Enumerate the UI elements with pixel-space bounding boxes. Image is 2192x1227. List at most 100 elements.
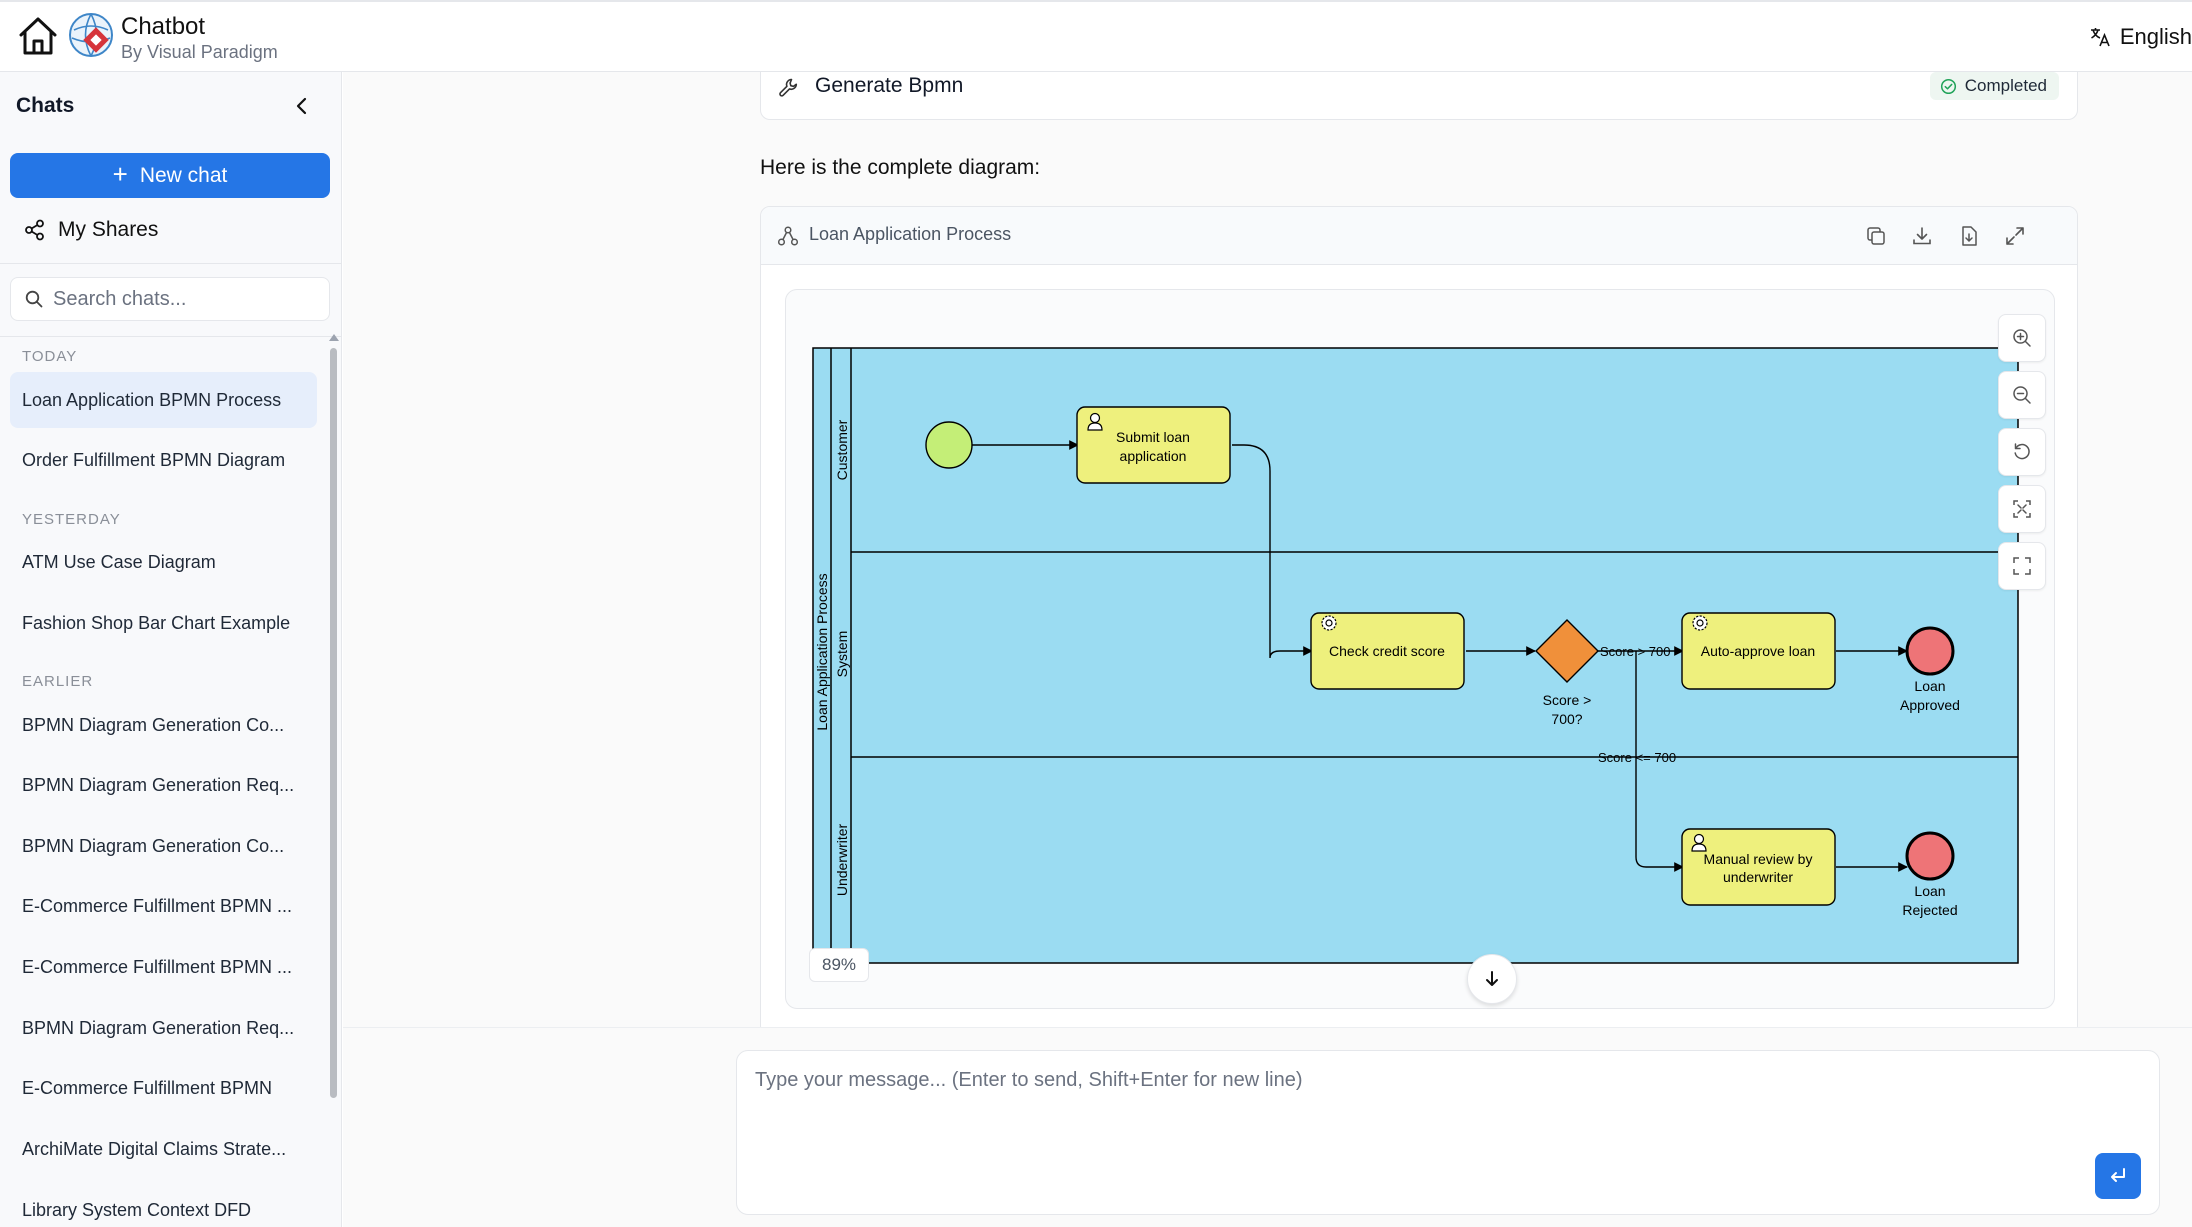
- chat-item[interactable]: E-Commerce Fulfillment BPMN ...: [10, 878, 317, 934]
- chat-item[interactable]: Fashion Shop Bar Chart Example: [10, 595, 317, 651]
- zoom-in-button[interactable]: [1998, 314, 2046, 362]
- flow-label-yes: Score > 700: [1600, 644, 1670, 659]
- app-subtitle: By Visual Paradigm: [121, 42, 278, 62]
- zoom-out-icon: [2013, 386, 2031, 404]
- search-input[interactable]: [53, 287, 323, 311]
- task-manual-review: [1681, 828, 1836, 906]
- main-panel: Generate Bpmn Completed Here is the comp…: [343, 72, 2192, 1036]
- message-input[interactable]: [755, 1069, 2055, 1189]
- wrench-icon: [779, 78, 798, 97]
- task-label: Manual review by: [1704, 851, 1813, 867]
- scroll-down-button[interactable]: [1467, 954, 1517, 1004]
- divider: [0, 263, 342, 264]
- fit-to-screen-icon: [2013, 500, 2031, 518]
- chat-item[interactable]: BPMN Diagram Generation Req...: [10, 1000, 317, 1056]
- start-event: [925, 421, 973, 469]
- diagram-card: Loan Application Process Loan Applicatio…: [760, 206, 2078, 1036]
- bpmn-diagram: Loan Application Process Customer System…: [812, 347, 2019, 964]
- group-label-yesterday: YESTERDAY: [22, 511, 121, 528]
- home-icon[interactable]: [16, 14, 60, 58]
- flow-label-no: Score <= 700: [1598, 750, 1676, 765]
- visual-paradigm-logo: [69, 13, 113, 57]
- chat-item[interactable]: BPMN Diagram Generation Co...: [10, 818, 317, 874]
- fullscreen-icon: [2013, 557, 2031, 575]
- chevron-left-icon[interactable]: [290, 94, 314, 118]
- translate-icon: [2090, 28, 2110, 47]
- expand-icon[interactable]: [2003, 224, 2027, 248]
- end-label: Loan: [1914, 678, 1945, 694]
- diagram-title: Loan Application Process: [809, 224, 1012, 244]
- fullscreen-button[interactable]: [1998, 542, 2046, 590]
- fit-view-button[interactable]: [1998, 485, 2046, 533]
- chat-item[interactable]: Library System Context DFD: [10, 1182, 317, 1227]
- diagram-icon: [777, 226, 799, 246]
- status-badge: Completed: [1929, 72, 2059, 100]
- chat-item[interactable]: ArchiMate Digital Claims Strate...: [10, 1121, 317, 1177]
- end-label: Rejected: [1902, 902, 1957, 918]
- diagram-canvas[interactable]: Loan Application Process Customer System…: [785, 289, 2055, 1009]
- scroll-up-arrow[interactable]: [329, 334, 339, 341]
- end-event-approved: [1905, 626, 1955, 676]
- composer-area: [343, 1027, 2192, 1227]
- end-event-rejected: [1905, 831, 1955, 881]
- tool-call-card: Generate Bpmn Completed: [760, 72, 2078, 120]
- download-icon[interactable]: [1910, 224, 1934, 248]
- language-selector[interactable]: English: [2088, 24, 2192, 50]
- top-bar: Chatbot By Visual Paradigm English: [0, 0, 2192, 72]
- reset-icon: [2014, 443, 2030, 460]
- zoom-level: 89%: [809, 948, 870, 982]
- chat-item[interactable]: ATM Use Case Diagram: [10, 534, 317, 590]
- new-chat-button[interactable]: + New chat: [10, 153, 330, 198]
- chat-item[interactable]: E-Commerce Fulfillment BPMN: [10, 1060, 317, 1116]
- end-label: Loan: [1914, 883, 1945, 899]
- sidebar: Chats + New chat My Shares TODAY Loan Ap…: [0, 72, 342, 1227]
- arrow-down-icon: [1486, 971, 1498, 986]
- gear-icon: [1692, 615, 1708, 631]
- zoom-in-icon: [2013, 329, 2031, 347]
- status-label: Completed: [1964, 76, 2047, 95]
- chat-item[interactable]: Order Fulfillment BPMN Diagram: [10, 432, 317, 488]
- chat-list: TODAY Loan Application BPMN Process Orde…: [0, 336, 330, 1227]
- language-label: English: [2119, 24, 2192, 49]
- gear-icon: [1321, 615, 1337, 631]
- reset-view-button[interactable]: [1998, 428, 2046, 476]
- enter-icon: [2111, 1168, 2125, 1182]
- send-button[interactable]: [2095, 1153, 2141, 1199]
- scrollbar-thumb[interactable]: [330, 348, 337, 1098]
- new-chat-label: New chat: [139, 163, 228, 187]
- task-label: Auto-approve loan: [1701, 643, 1815, 659]
- app-title: Chatbot: [121, 13, 206, 40]
- chat-item[interactable]: E-Commerce Fulfillment BPMN ...: [10, 939, 317, 995]
- sidebar-title: Chats: [16, 94, 75, 117]
- lane-label-underwriter: Underwriter: [834, 823, 850, 896]
- tool-name: Generate Bpmn: [815, 74, 964, 97]
- message-composer: [736, 1050, 2160, 1215]
- assistant-message: Here is the complete diagram:: [760, 156, 1041, 179]
- gateway-label: Score >: [1543, 692, 1592, 708]
- lane-label-customer: Customer: [834, 419, 850, 480]
- chat-item[interactable]: Loan Application BPMN Process: [10, 372, 317, 428]
- task-label: application: [1120, 448, 1187, 464]
- task-label: Check credit score: [1329, 643, 1445, 659]
- group-label-today: TODAY: [22, 348, 78, 365]
- zoom-out-button[interactable]: [1998, 371, 2046, 419]
- chat-item[interactable]: BPMN Diagram Generation Co...: [10, 697, 317, 753]
- search-icon: [25, 290, 43, 308]
- my-shares-label: My Shares: [58, 218, 159, 241]
- search-box[interactable]: [10, 277, 330, 321]
- chat-item[interactable]: BPMN Diagram Generation Req...: [10, 757, 317, 813]
- check-circle-icon: [1940, 78, 1956, 94]
- task-label: underwriter: [1723, 869, 1793, 885]
- share-icon: [25, 219, 44, 241]
- task-label: Submit loan: [1116, 429, 1190, 445]
- pool-label: Loan Application Process: [814, 573, 830, 730]
- group-label-earlier: EARLIER: [22, 673, 94, 690]
- lane-label-system: System: [834, 631, 850, 678]
- file-download-icon[interactable]: [1957, 224, 1981, 248]
- plus-icon: +: [112, 159, 128, 189]
- end-label: Approved: [1900, 697, 1960, 713]
- copy-icon[interactable]: [1864, 224, 1888, 248]
- diagram-card-header: Loan Application Process: [761, 207, 2077, 265]
- my-shares-link[interactable]: My Shares: [24, 218, 158, 242]
- gateway-label: 700?: [1551, 711, 1582, 727]
